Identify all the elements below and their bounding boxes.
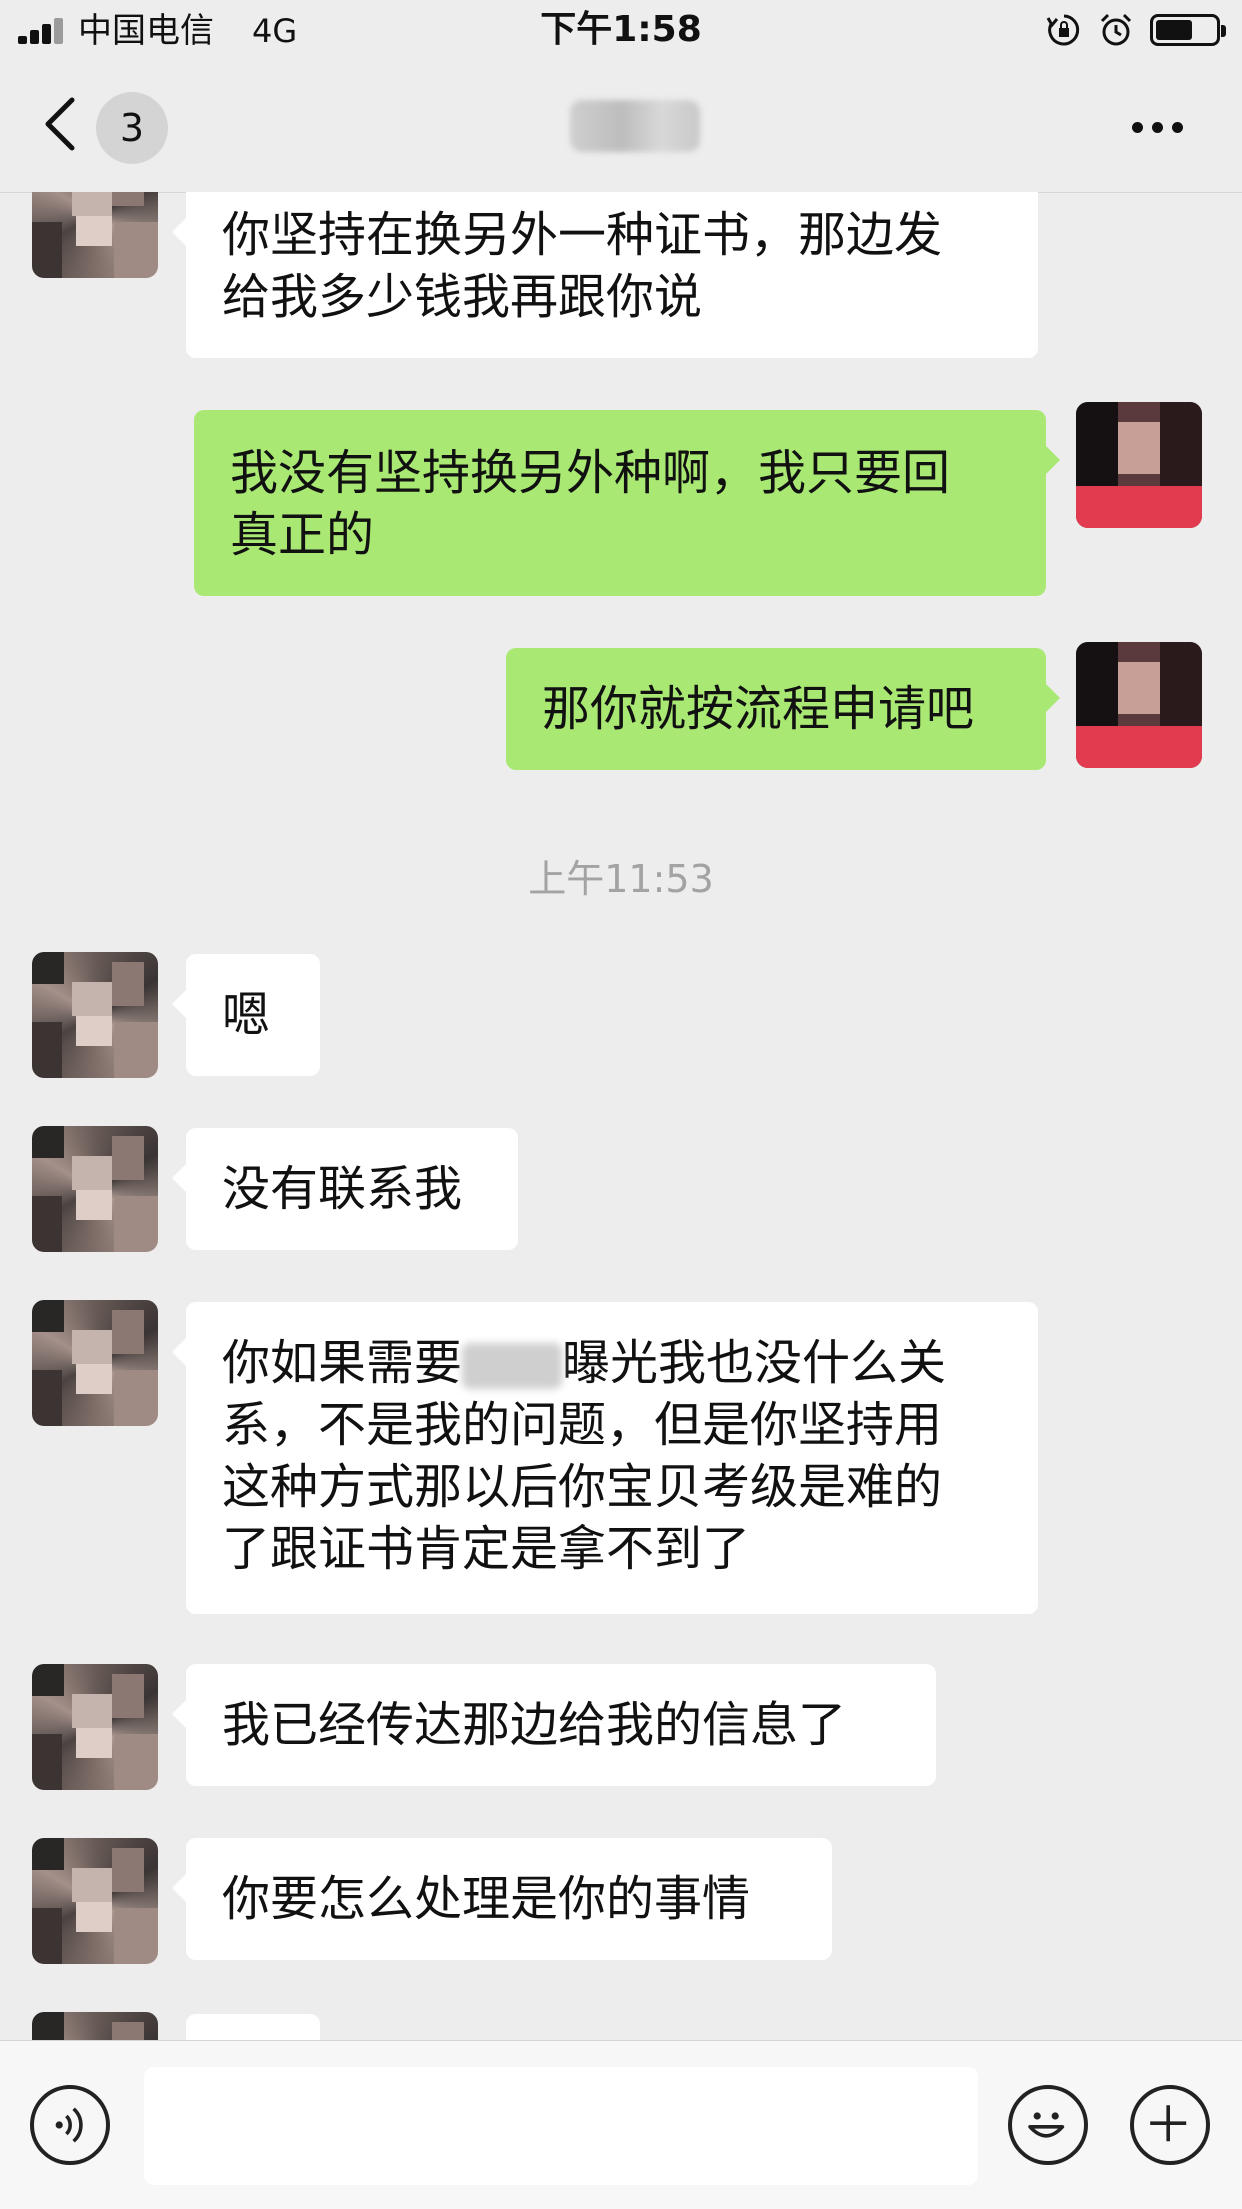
message-text: 真正的 (230, 507, 375, 563)
rotation-lock-icon (1046, 14, 1080, 46)
message-text: 曝光我也没什么关 (562, 1335, 947, 1391)
contact-avatar[interactable] (32, 952, 158, 1078)
message-text: 没有联系我 (222, 1161, 463, 1217)
message-bubble[interactable]: 嗯 (172, 954, 320, 1076)
message-text: 系，不是我的问题，但是你坚持用 (222, 1397, 943, 1453)
message-text: 你要怎么处理是你的事情 (222, 1871, 751, 1927)
contact-avatar[interactable] (32, 192, 158, 278)
more-dots-icon[interactable] (1130, 108, 1186, 148)
my-avatar[interactable] (1076, 642, 1202, 768)
message-text: 那你就按流程申请吧 (542, 681, 975, 737)
message-text: 给我多少钱我再跟你说 (222, 269, 703, 325)
contact-avatar[interactable] (32, 1838, 158, 1964)
message-text: 我没有坚持换另外种啊，我只要回 (230, 445, 951, 501)
emoji-icon[interactable] (1008, 2085, 1088, 2165)
plus-icon[interactable] (1130, 2085, 1210, 2165)
message-text: 你坚持在换另外一种证书，那边发 (222, 207, 943, 263)
unread-count-badge[interactable]: 3 (96, 92, 168, 164)
message-bubble[interactable]: 我已经传达那边给我的信息了 (172, 1664, 936, 1786)
input-bar (0, 2040, 1242, 2209)
blurred-text (462, 1343, 563, 1389)
message-list[interactable]: 你坚持在换另外一种证书，那边发 给我多少钱我再跟你说 我没有坚持换另外种啊，我只… (0, 192, 1242, 2040)
message-bubble[interactable]: 你如果需要 曝光我也没什么关 系，不是我的问题，但是你坚持用 这种方式那以后你宝贝… (172, 1302, 1038, 1614)
message-bubble[interactable]: 没有联系我 (172, 1128, 518, 1250)
message-bubble[interactable]: 你坚持在换另外一种证书，那边发 给我多少钱我再跟你说 (172, 192, 1038, 358)
battery-icon (1150, 14, 1226, 46)
contact-avatar[interactable] (32, 1664, 158, 1790)
contact-avatar[interactable] (32, 2012, 158, 2040)
contact-avatar[interactable] (32, 1300, 158, 1426)
message-bubble[interactable]: 我没有坚持换另外种啊，我只要回 真正的 (194, 410, 1060, 596)
message-text: 我已经传达那边给我的信息了 (222, 1697, 847, 1753)
message-input[interactable] (144, 2067, 978, 2185)
blurred-contact-name (570, 100, 700, 152)
chat-timestamp: 上午11:53 (528, 857, 714, 901)
message-bubble[interactable]: 那你就按流程申请吧 (506, 648, 1060, 770)
message-text: 了跟证书肯定是拿不到了 (222, 1521, 751, 1577)
contact-avatar[interactable] (32, 1126, 158, 1252)
my-avatar[interactable] (1076, 402, 1202, 528)
voice-icon[interactable] (30, 2085, 110, 2165)
alarm-icon (1100, 13, 1132, 46)
message-text-line: 你如果需要 曝光我也没什么关 (222, 1332, 1002, 1394)
message-bubble[interactable]: 你要怎么处理是你的事情 (172, 1838, 832, 1960)
chat-header: 3 (0, 62, 1242, 193)
status-bar: 中国电信 4G 下午1:58 (0, 0, 1242, 62)
message-bubble[interactable] (186, 2014, 320, 2040)
chevron-left-icon[interactable] (40, 94, 80, 154)
message-text: 嗯 (222, 987, 271, 1043)
message-text: 你如果需要 (222, 1335, 463, 1391)
message-text: 这种方式那以后你宝贝考级是难的 (222, 1459, 943, 1515)
